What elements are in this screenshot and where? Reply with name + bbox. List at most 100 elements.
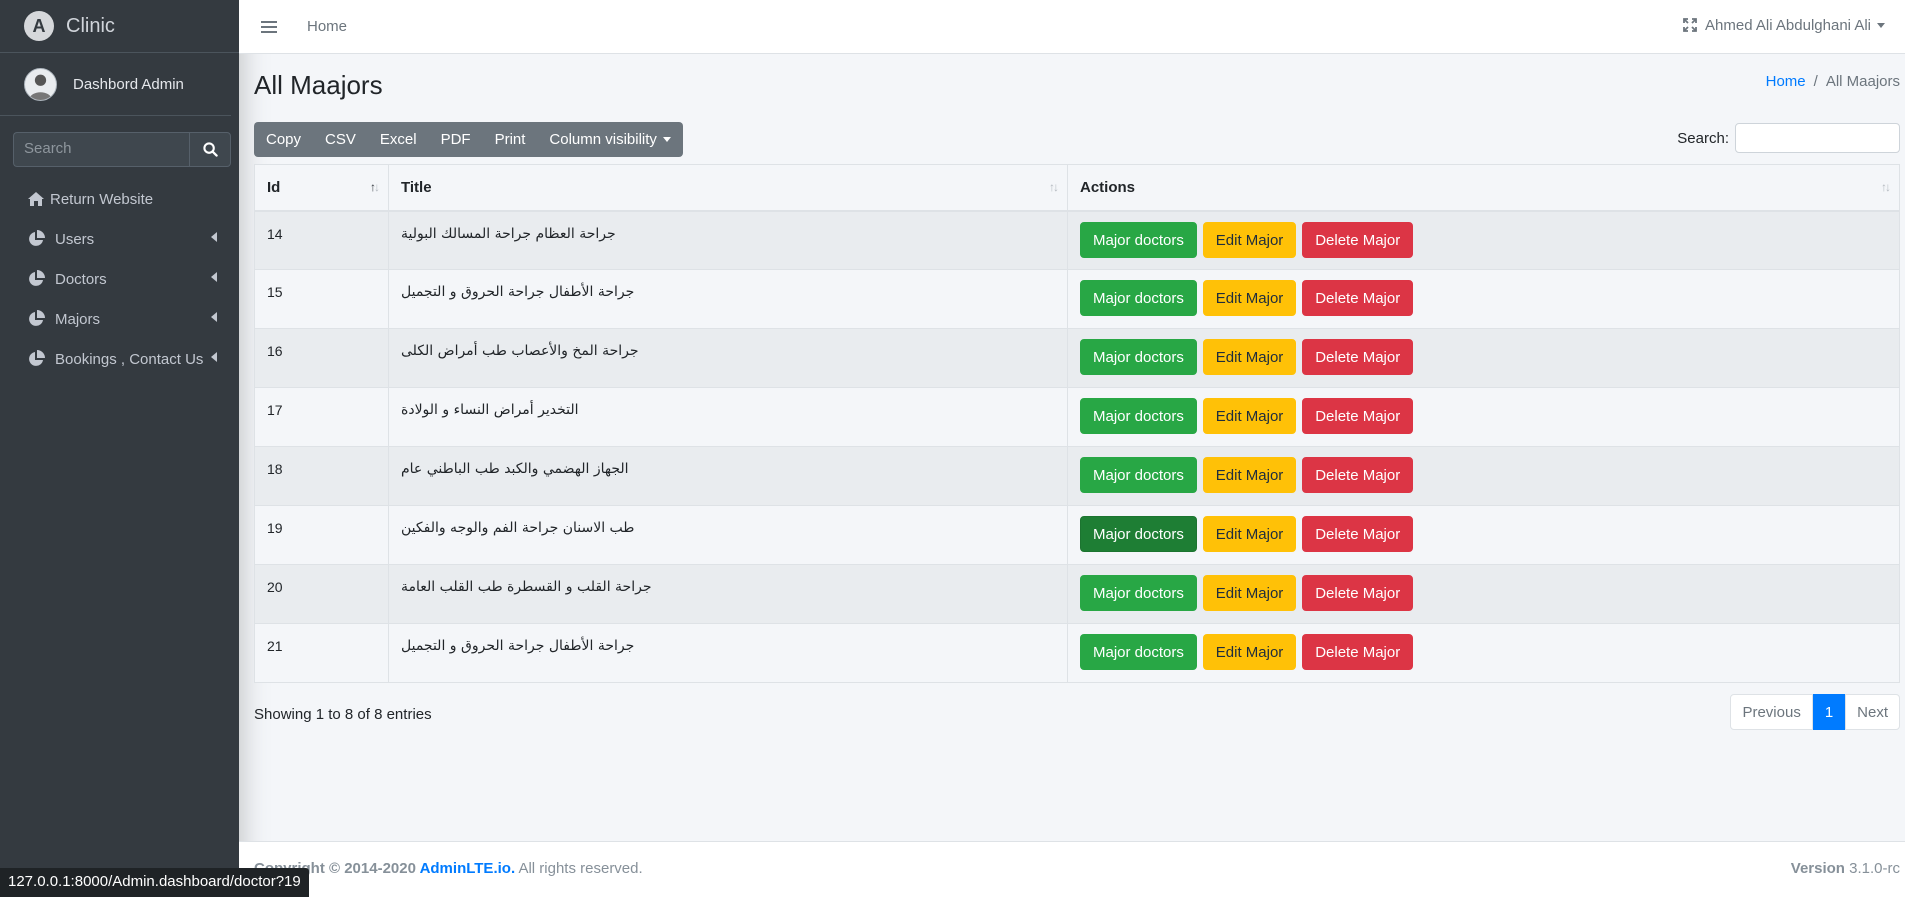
major-doctors-button[interactable]: Major doctors <box>1080 457 1197 493</box>
cell-actions: Major doctors Edit Major Delete Major <box>1067 387 1900 447</box>
table-row: 15 جراحة الأطفال جراحة الحروق و التجميل Ma… <box>254 269 1900 329</box>
cell-id: 20 <box>254 564 389 624</box>
sort-icon: ↑↓ <box>1049 180 1059 194</box>
avatar <box>24 67 57 101</box>
table-row: 17 التخدير أمراض النساء و الولادة Major do… <box>254 387 1900 447</box>
cell-id: 19 <box>254 505 389 565</box>
delete-major-button[interactable]: Delete Major <box>1302 575 1414 611</box>
footer-adminlte-link[interactable]: AdminLTE.io. <box>420 860 516 877</box>
page-title: All Maajors <box>254 70 383 100</box>
table-row: 18 الجهاز الهضمي والكبد طب الباطني عام Maj… <box>254 446 1900 506</box>
print-button[interactable]: Print <box>483 122 538 157</box>
csv-button[interactable]: CSV <box>313 122 368 157</box>
navbar-home-link[interactable]: Home <box>307 18 347 35</box>
cell-actions: Major doctors Edit Major Delete Major <box>1067 210 1900 270</box>
edit-major-button[interactable]: Edit Major <box>1202 516 1297 552</box>
sidebar-item-return-website[interactable]: Return Website <box>0 179 239 219</box>
cell-actions: Major doctors Edit Major Delete Major <box>1067 564 1900 624</box>
page-1-button[interactable]: 1 <box>1812 694 1846 730</box>
sort-asc-icon: ↑↓ <box>370 180 380 194</box>
breadcrumb-separator: / <box>1813 73 1818 90</box>
top-navbar: Home Ahmed Ali Abdulghani Ali <box>239 0 1905 54</box>
delete-major-button[interactable]: Delete Major <box>1302 280 1414 316</box>
chevron-left-icon <box>211 232 217 242</box>
footer-rights: All rights reserved. <box>515 860 643 877</box>
major-doctors-button[interactable]: Major doctors <box>1080 280 1197 316</box>
column-header-title[interactable]: Title ↑↓ <box>388 164 1068 212</box>
major-doctors-button[interactable]: Major doctors <box>1080 575 1197 611</box>
cell-actions: Major doctors Edit Major Delete Major <box>1067 446 1900 506</box>
cell-id: 17 <box>254 387 389 447</box>
previous-page-button[interactable]: Previous <box>1730 694 1813 730</box>
delete-major-button[interactable]: Delete Major <box>1302 398 1414 434</box>
table-search-input[interactable] <box>1735 123 1900 153</box>
menu-toggle-icon[interactable] <box>261 20 277 33</box>
chevron-left-icon <box>211 272 217 282</box>
edit-major-button[interactable]: Edit Major <box>1202 280 1297 316</box>
delete-major-button[interactable]: Delete Major <box>1302 634 1414 670</box>
caret-down-icon <box>1877 23 1885 28</box>
chevron-left-icon <box>211 312 217 322</box>
sidebar-item-label: Bookings , Contact Us <box>55 350 204 368</box>
sidebar-item-label: Doctors <box>55 270 107 288</box>
column-visibility-label: Column visibility <box>549 131 657 148</box>
cell-title: جراحة الأطفال جراحة الحروق و التجميل <box>388 269 1068 329</box>
major-doctors-button[interactable]: Major doctors <box>1080 339 1197 375</box>
major-doctors-button[interactable]: Major doctors <box>1080 398 1197 434</box>
sidebar-search-button[interactable] <box>189 132 231 167</box>
brand-text: Clinic <box>66 14 115 37</box>
column-header-label: Id <box>267 178 281 196</box>
footer-version: Version 3.1.0-rc <box>1791 860 1900 877</box>
brand-link[interactable]: A Clinic <box>0 0 239 53</box>
footer-copyright: Copyright © 2014-2020 AdminLTE.io. All r… <box>254 860 643 877</box>
delete-major-button[interactable]: Delete Major <box>1302 516 1414 552</box>
column-header-label: Title <box>401 178 432 196</box>
breadcrumb-home[interactable]: Home <box>1766 73 1806 90</box>
column-visibility-button[interactable]: Column visibility <box>537 122 683 157</box>
edit-major-button[interactable]: Edit Major <box>1202 575 1297 611</box>
edit-major-button[interactable]: Edit Major <box>1202 398 1297 434</box>
edit-major-button[interactable]: Edit Major <box>1202 457 1297 493</box>
edit-major-button[interactable]: Edit Major <box>1202 634 1297 670</box>
status-bar-url: 127.0.0.1:8000/Admin.dashboard/doctor?19 <box>0 868 309 897</box>
footer-version-label: Version <box>1790 860 1845 877</box>
footer-version-number: 3.1.0-rc <box>1849 860 1900 877</box>
major-doctors-button[interactable]: Major doctors <box>1080 634 1197 670</box>
copy-button[interactable]: Copy <box>254 122 313 157</box>
edit-major-button[interactable]: Edit Major <box>1202 339 1297 375</box>
major-doctors-button[interactable]: Major doctors <box>1080 516 1197 552</box>
sidebar-item-label: Majors <box>55 310 101 328</box>
sidebar-item-doctors[interactable]: Doctors <box>0 259 239 299</box>
sidebar-item-majors[interactable]: Majors <box>0 299 239 339</box>
major-doctors-button[interactable]: Major doctors <box>1080 221 1197 258</box>
brand-logo: A <box>24 11 54 41</box>
pdf-button[interactable]: PDF <box>429 122 483 157</box>
sort-icon: ↑↓ <box>1881 180 1891 194</box>
majors-table: Id ↑↓ Title ↑↓ Actions ↑↓ 14 جراحة العظام جر… <box>254 164 1900 683</box>
caret-down-icon <box>662 137 671 142</box>
user-panel[interactable]: Dashbord Admin <box>0 53 231 116</box>
sidebar-item-label: Users <box>55 230 95 248</box>
fullscreen-icon[interactable] <box>1683 18 1697 36</box>
edit-major-button[interactable]: Edit Major <box>1202 221 1297 258</box>
cell-actions: Major doctors Edit Major Delete Major <box>1067 505 1900 565</box>
user-dropdown[interactable]: Ahmed Ali Abdulghani Ali <box>1705 17 1885 34</box>
sidebar-item-users[interactable]: Users <box>0 219 239 259</box>
sidebar-item-bookings[interactable]: Bookings , Contact Us <box>0 339 239 379</box>
sidebar-search-input[interactable]: Search <box>13 132 189 167</box>
excel-button[interactable]: Excel <box>368 122 429 157</box>
pagination: Previous 1 Next <box>1730 694 1900 730</box>
column-header-actions[interactable]: Actions ↑↓ <box>1067 164 1900 212</box>
cell-actions: Major doctors Edit Major Delete Major <box>1067 623 1900 683</box>
sidebar-nav: Return Website Users Doctors Majors Book… <box>0 179 239 379</box>
search-icon <box>202 142 218 157</box>
delete-major-button[interactable]: Delete Major <box>1302 457 1414 493</box>
table-body: 14 جراحة العظام جراحة المسالك البولية Majo… <box>254 210 1900 683</box>
breadcrumb: Home / All Maajors <box>1766 73 1900 90</box>
delete-major-button[interactable]: Delete Major <box>1302 221 1414 258</box>
cell-actions: Major doctors Edit Major Delete Major <box>1067 269 1900 329</box>
next-page-button[interactable]: Next <box>1845 694 1900 730</box>
delete-major-button[interactable]: Delete Major <box>1302 339 1414 375</box>
column-header-id[interactable]: Id ↑↓ <box>254 164 389 212</box>
table-row: 16 جراحة المخ والأعصاب طب أمراض الكلى Majo… <box>254 328 1900 388</box>
